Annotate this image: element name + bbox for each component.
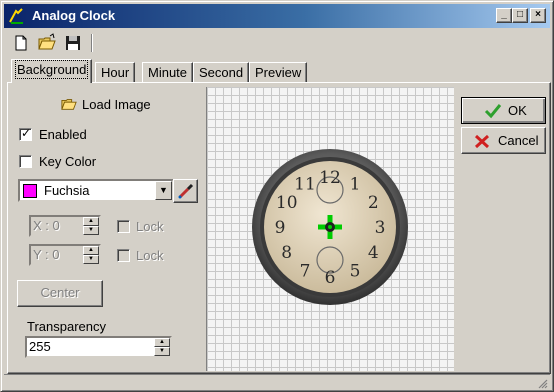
save-disk-icon[interactable] xyxy=(63,33,83,53)
open-folder-icon xyxy=(61,99,77,110)
x-spin-buttons[interactable]: ▲ ▼ xyxy=(83,217,99,235)
window-title: Analog Clock xyxy=(32,8,116,23)
center-button[interactable]: Center xyxy=(17,280,103,307)
load-image-button[interactable]: Load Image xyxy=(57,93,153,115)
load-image-label: Load Image xyxy=(82,97,151,112)
clock-numeral: 5 xyxy=(350,261,361,281)
color-picker-button[interactable] xyxy=(173,179,198,203)
background-settings: Load Image ✓ Enabled Key Color Fuchsia ▼… xyxy=(9,83,207,373)
clock-app-icon xyxy=(9,8,23,24)
clock-numeral: 9 xyxy=(275,218,286,238)
open-folder-icon[interactable] xyxy=(37,33,57,53)
transparency-value: 255 xyxy=(29,339,51,354)
clock-numeral: 10 xyxy=(276,193,298,213)
resize-grip-icon[interactable] xyxy=(536,377,548,389)
close-button[interactable]: × xyxy=(530,8,546,23)
check-icon xyxy=(484,104,502,119)
enabled-checkbox[interactable]: ✓ xyxy=(19,126,32,141)
x-value: X : 0 xyxy=(33,218,60,233)
tab-minute[interactable]: Minute xyxy=(142,62,194,82)
transparency-spin-buttons[interactable]: ▲ ▼ xyxy=(154,338,170,356)
clock-numeral: 7 xyxy=(300,261,311,281)
lock-x-checkbox[interactable] xyxy=(117,220,130,233)
key-color-checkbox[interactable] xyxy=(19,155,32,168)
ok-label: OK xyxy=(508,103,527,118)
tab-preview[interactable]: Preview xyxy=(249,62,308,82)
clock-numeral: 6 xyxy=(325,268,336,288)
status-bar xyxy=(4,374,550,390)
lock-x-label: Lock xyxy=(136,219,164,234)
y-position-spinner[interactable]: Y : 0 ▲ ▼ xyxy=(29,244,101,266)
clock-numeral: 11 xyxy=(294,175,316,195)
minimize-button[interactable]: _ xyxy=(496,8,512,23)
enabled-label: Enabled xyxy=(39,127,87,142)
x-position-spinner[interactable]: X : 0 ▲ ▼ xyxy=(29,215,101,237)
y-value: Y : 0 xyxy=(33,247,60,262)
tab-second[interactable]: Second xyxy=(193,62,250,82)
maximize-button[interactable]: □ xyxy=(512,8,528,23)
toolbar xyxy=(7,31,547,57)
clock-numeral: 8 xyxy=(281,243,292,263)
clock-numeral: 12 xyxy=(319,168,341,188)
color-select-value: Fuchsia xyxy=(44,183,90,198)
y-spin-buttons[interactable]: ▲ ▼ xyxy=(83,246,99,264)
toolbar-separator xyxy=(91,34,93,52)
new-file-icon[interactable] xyxy=(11,33,31,53)
cancel-button[interactable]: Cancel xyxy=(461,127,546,154)
preview-canvas[interactable]: 12 1 2 3 4 5 6 7 8 9 10 11 xyxy=(206,87,454,371)
ok-button[interactable]: OK xyxy=(461,97,546,124)
color-select[interactable]: Fuchsia ▼ xyxy=(18,179,174,202)
transparency-label: Transparency xyxy=(27,319,106,334)
color-swatch xyxy=(23,184,37,198)
lock-y-checkbox[interactable] xyxy=(117,249,130,262)
clock-face-image: 12 12 3 45678 9 1011 xyxy=(252,149,408,305)
eyedropper-icon xyxy=(178,183,194,199)
key-color-label: Key Color xyxy=(39,154,97,169)
clock-numeral: 1 xyxy=(350,175,361,195)
app-window: Analog Clock _ □ × Background Hour Minut… xyxy=(0,0,554,392)
tab-background[interactable]: Background xyxy=(11,59,93,83)
lock-y-label: Lock xyxy=(136,248,164,263)
title-bar[interactable]: Analog Clock _ □ × xyxy=(4,4,550,28)
chevron-down-icon[interactable]: ▼ xyxy=(155,181,172,200)
clock-numeral: 2 xyxy=(368,193,379,213)
transparency-spinner[interactable]: 255 ▲ ▼ xyxy=(25,336,172,358)
clock-numeral: 3 xyxy=(375,218,386,238)
clock-numeral: 4 xyxy=(368,243,379,263)
tab-hour[interactable]: Hour xyxy=(95,62,136,82)
close-x-icon xyxy=(474,134,490,149)
cancel-label: Cancel xyxy=(498,133,539,148)
check-mark-icon: ✓ xyxy=(21,126,32,140)
